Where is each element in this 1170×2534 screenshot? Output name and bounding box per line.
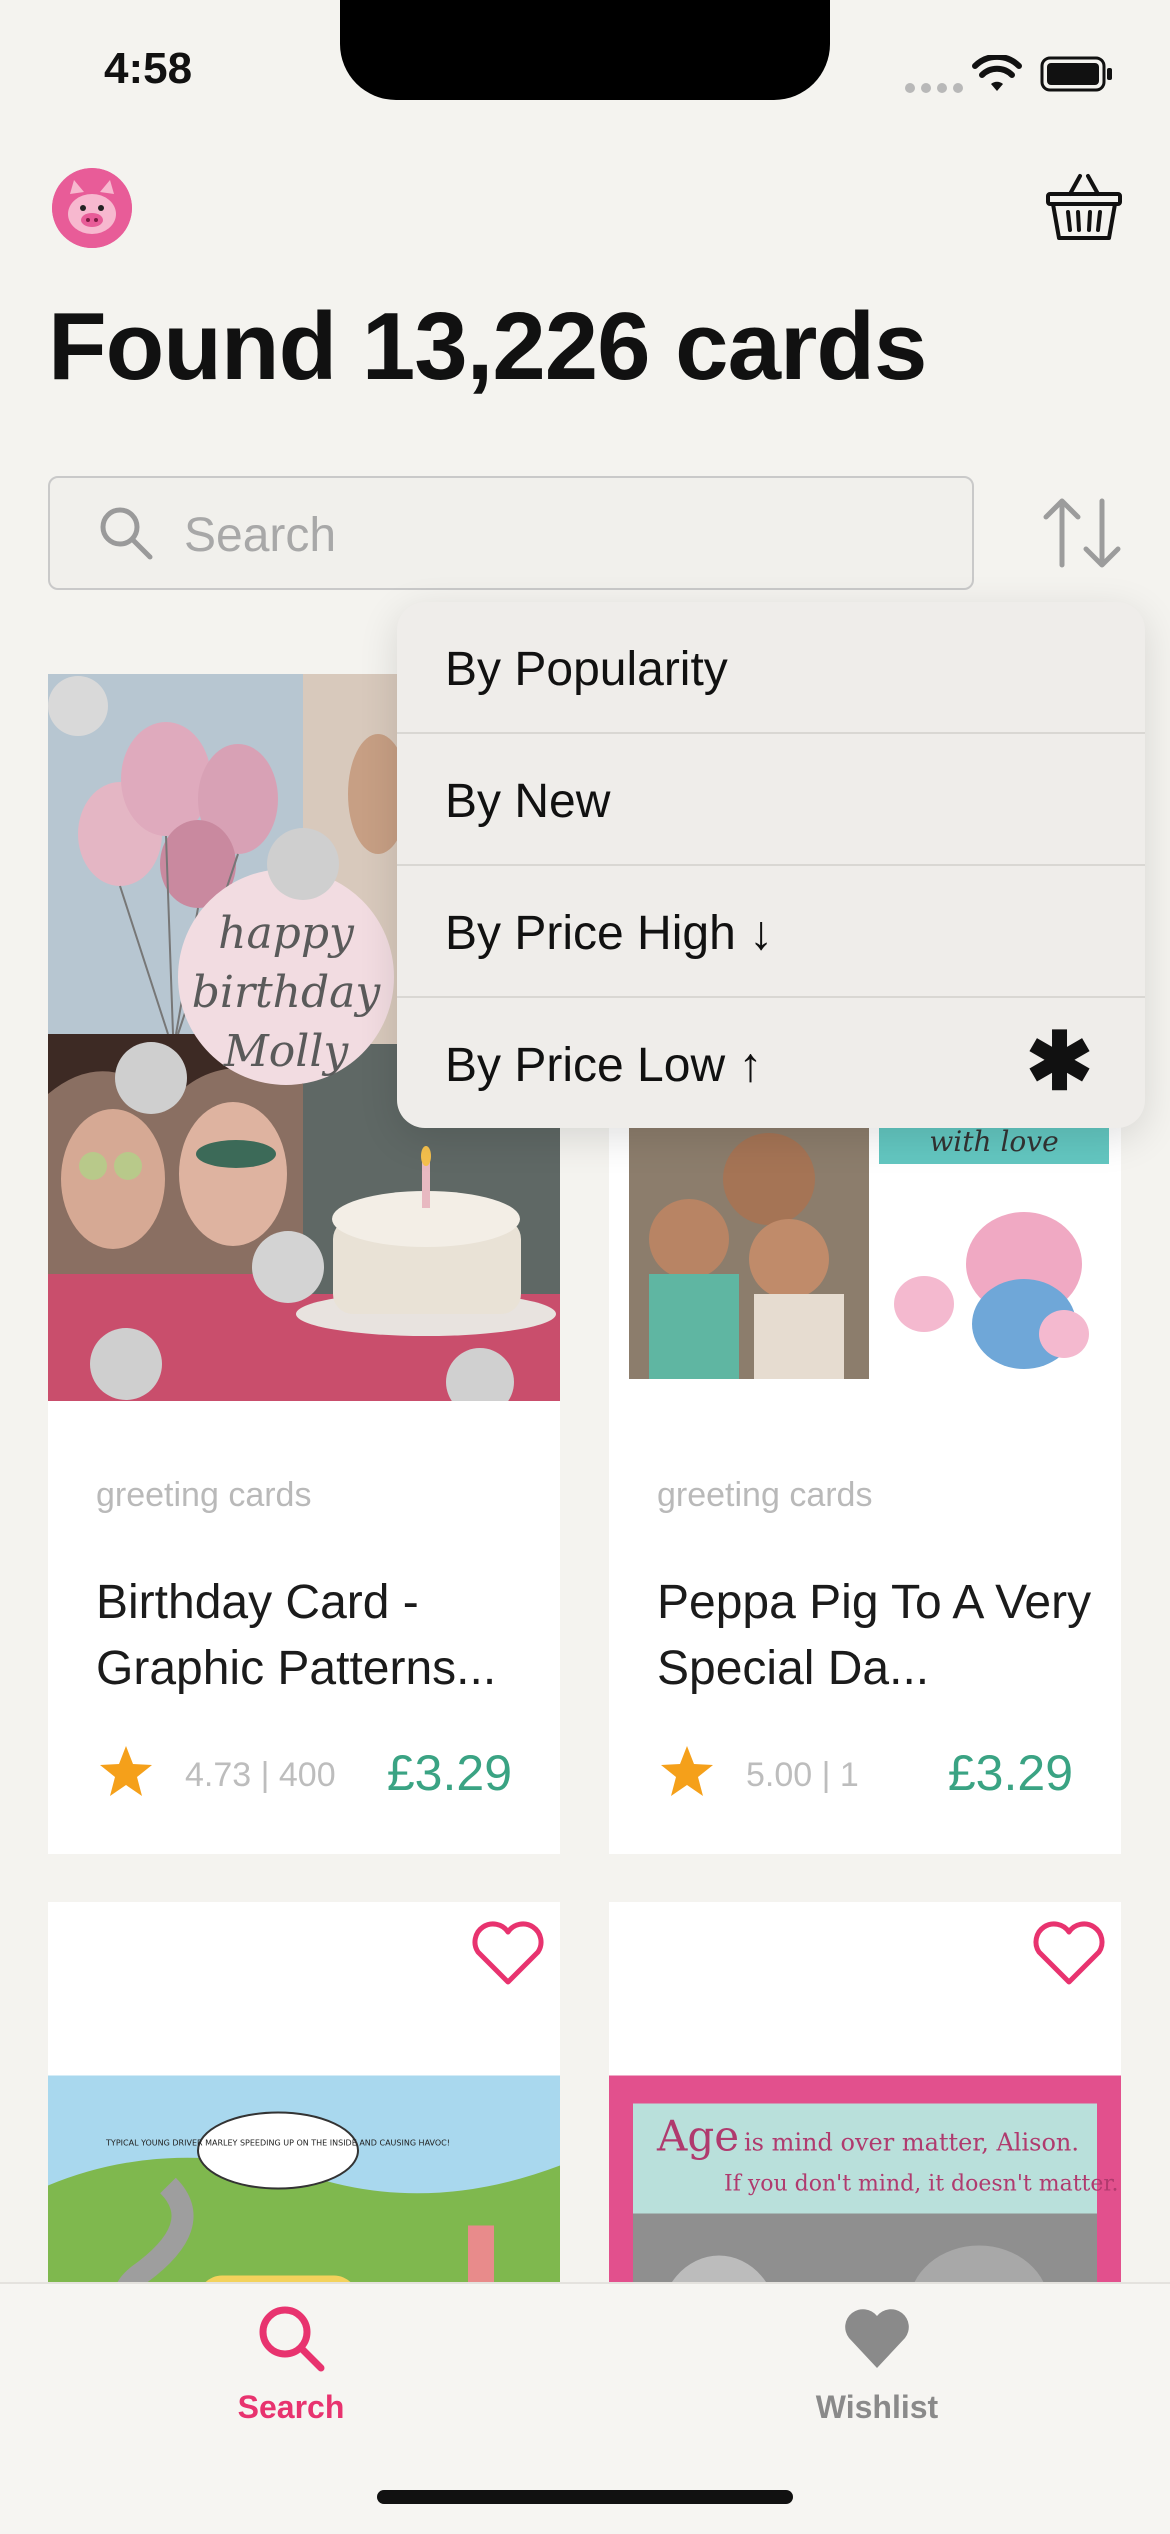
- star-icon: [100, 1746, 152, 1796]
- search-tab-icon: [259, 2306, 325, 2372]
- home-indicator: [377, 2490, 793, 2504]
- tab-search[interactable]: Search: [141, 2300, 441, 2426]
- status-time: 4:58: [104, 44, 193, 93]
- heart-tab-icon: [845, 2309, 909, 2368]
- sort-option-new[interactable]: By New: [397, 734, 1145, 866]
- card-title: Birthday Card - Graphic Patterns...: [96, 1576, 497, 1695]
- tab-wishlist[interactable]: Wishlist: [727, 2300, 1027, 2426]
- sort-menu: By Popularity By New By Price High ↓ By …: [397, 602, 1145, 1128]
- tab-label: Search: [237, 2389, 345, 2425]
- svg-text:with love: with love: [929, 1125, 1058, 1158]
- search-input[interactable]: [182, 506, 946, 564]
- sort-option-price-high[interactable]: By Price High ↓: [397, 866, 1145, 998]
- card-price: £3.29: [947, 1745, 1073, 1801]
- sort-option-label: By Price High ↓: [445, 907, 774, 960]
- svg-text:is mind over matter, Alison.: is mind over matter, Alison.: [744, 2129, 1079, 2157]
- wifi-icon: [972, 55, 1022, 91]
- card-category: greeting cards: [657, 1476, 873, 1514]
- heart-outline-icon[interactable]: [456, 1902, 560, 2006]
- basket-icon[interactable]: [1044, 168, 1124, 248]
- search-icon: [100, 507, 153, 560]
- heart-outline-icon[interactable]: [1017, 1902, 1121, 2006]
- sort-option-label: By Popularity: [445, 643, 728, 696]
- svg-text:birthday: birthday: [192, 967, 382, 1018]
- sort-option-price-low[interactable]: By Price Low ↑ ✱: [397, 998, 1145, 1128]
- tab-label: Wishlist: [815, 2389, 939, 2425]
- device-notch: [340, 0, 830, 100]
- card-rating: 4.73 | 400: [185, 1756, 336, 1794]
- sort-icon[interactable]: [1040, 495, 1124, 571]
- selected-asterisk-icon: ✱: [1025, 1017, 1093, 1106]
- product-card[interactable]: Age is mind over matter, Alison. If you …: [609, 1902, 1121, 2282]
- product-card[interactable]: TYPICAL YOUNG DRIVER MARLEY SPEEDING UP …: [48, 1902, 560, 2282]
- card-category: greeting cards: [96, 1476, 312, 1514]
- battery-icon: [1040, 56, 1112, 92]
- sort-option-popularity[interactable]: By Popularity: [397, 602, 1145, 734]
- signal-icon: [905, 80, 969, 98]
- sort-option-label: By New: [445, 775, 611, 828]
- page-title: Found 13,226 cards: [48, 293, 927, 400]
- pig-logo-icon[interactable]: [52, 168, 132, 248]
- svg-text:happy: happy: [218, 908, 355, 959]
- svg-text:Molly: Molly: [223, 1026, 350, 1077]
- svg-text:Age: Age: [656, 2112, 739, 2161]
- card-price: £3.29: [386, 1745, 512, 1801]
- sort-option-label: By Price Low ↑: [445, 1039, 763, 1092]
- card-rating: 5.00 | 1: [746, 1756, 859, 1794]
- card-title: Peppa Pig To A Very Special Da...: [657, 1576, 1092, 1695]
- star-icon: [661, 1746, 713, 1796]
- svg-text:If you don't mind, it doesn't: If you don't mind, it doesn't matter.: [724, 2172, 1119, 2197]
- svg-text:TYPICAL YOUNG DRIVER MARLEY SP: TYPICAL YOUNG DRIVER MARLEY SPEEDING UP …: [105, 2139, 450, 2148]
